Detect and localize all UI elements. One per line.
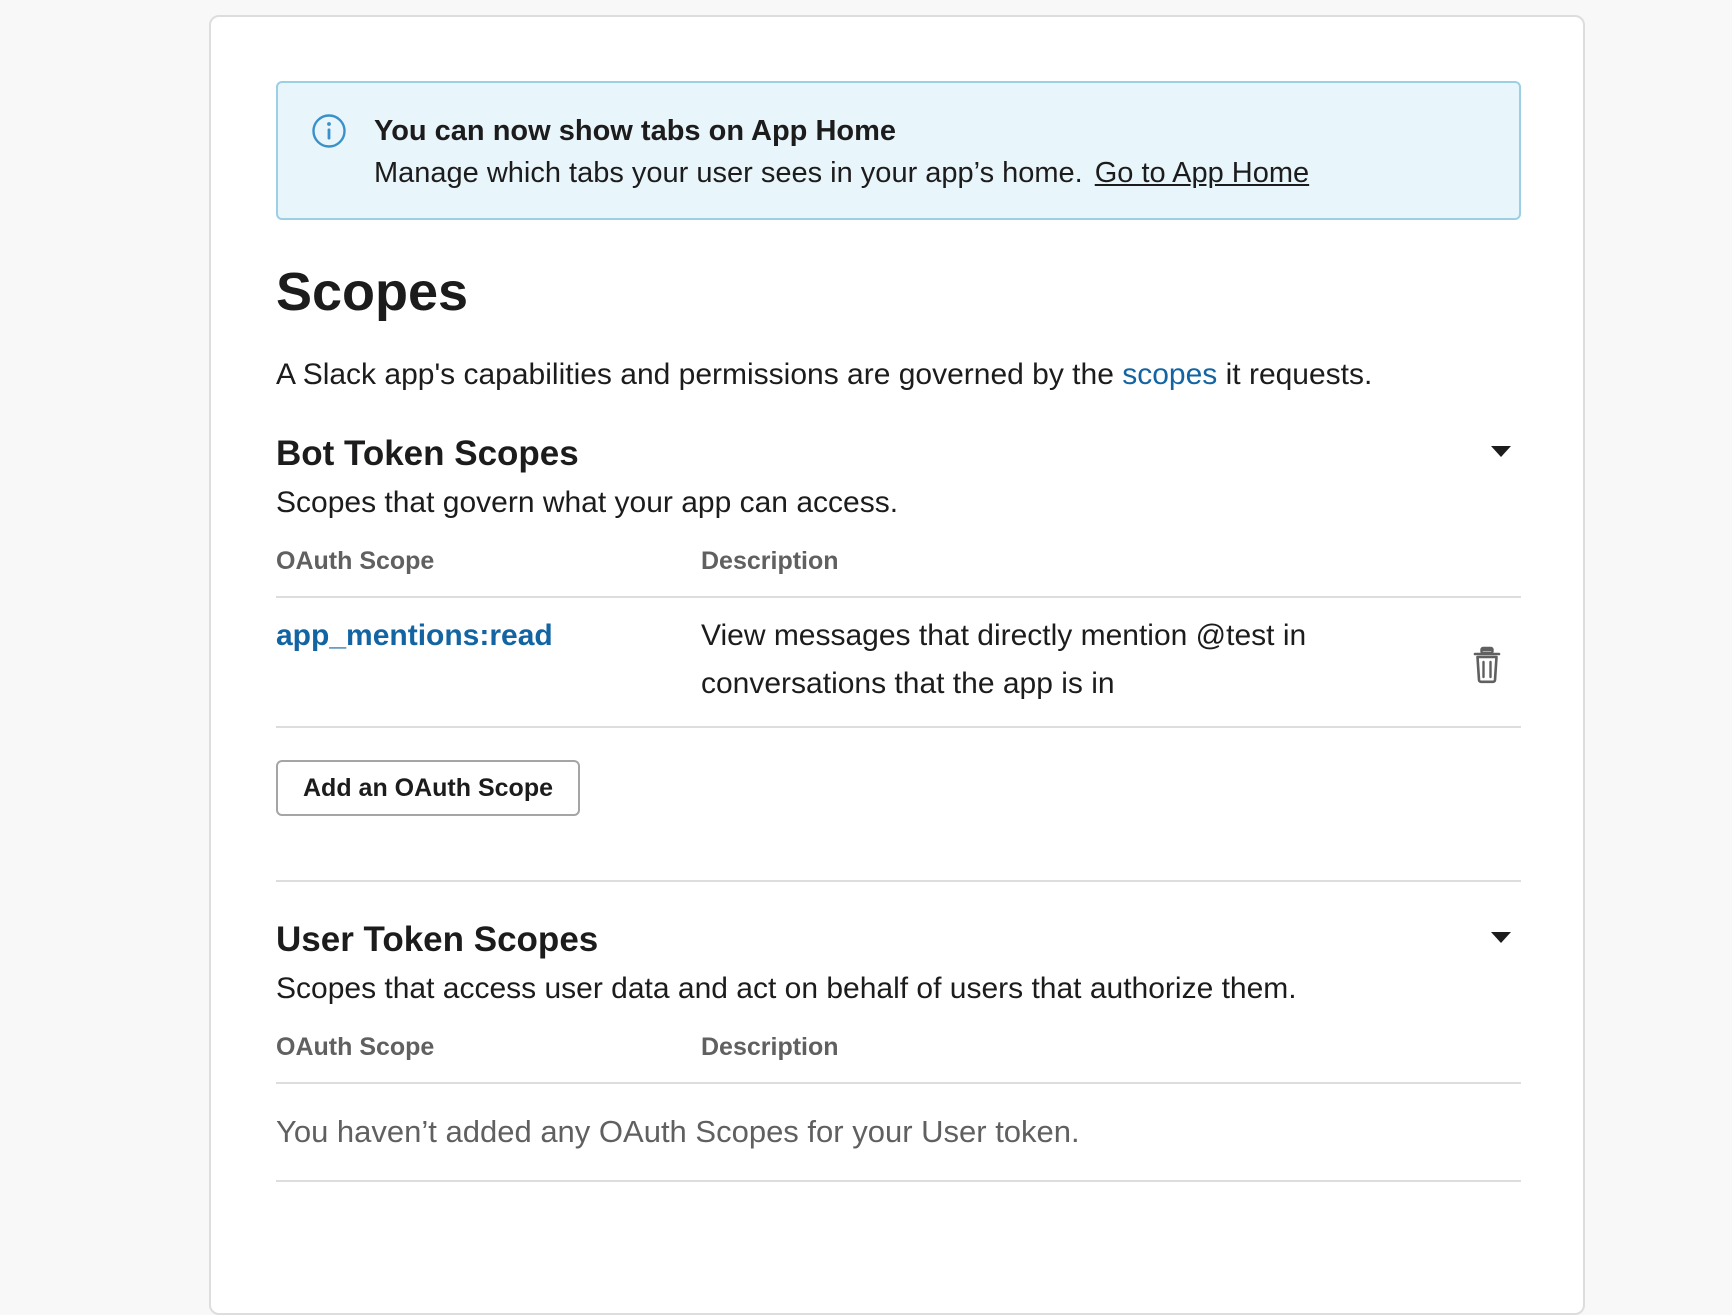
user-token-scopes-header: User Token Scopes Scopes that access use… <box>276 916 1521 1010</box>
banner-body: Manage which tabs your user sees in your… <box>374 151 1489 195</box>
scope-name[interactable]: app_mentions:read <box>276 616 701 726</box>
intro-text-after: it requests. <box>1217 358 1373 391</box>
user-token-scopes-title: User Token Scopes <box>276 920 599 959</box>
collapse-caret-icon[interactable] <box>1491 446 1511 457</box>
banner-title: You can now show tabs on App Home <box>374 115 897 147</box>
card-content: You can now show tabs on App Home Manage… <box>276 81 1521 1182</box>
empty-scopes-message: You haven’t added any OAuth Scopes for y… <box>276 1084 1521 1182</box>
table-row: app_mentions:read View messages that dir… <box>276 598 1521 728</box>
bot-token-scopes-header: Bot Token Scopes Scopes that govern what… <box>276 430 1521 524</box>
bot-token-scopes-section: Bot Token Scopes Scopes that govern what… <box>276 430 1521 816</box>
settings-card: You can now show tabs on App Home Manage… <box>209 15 1585 1315</box>
collapse-caret-icon[interactable] <box>1491 932 1511 943</box>
column-header-description: Description <box>701 1033 839 1061</box>
add-oauth-scope-button[interactable]: Add an OAuth Scope <box>276 760 580 816</box>
column-header-description: Description <box>701 547 839 575</box>
column-header-oauth-scope: OAuth Scope <box>276 1033 435 1061</box>
user-token-scopes-subtitle: Scopes that access user data and act on … <box>276 972 1297 1005</box>
intro-text-before: A Slack app's capabilities and permissio… <box>276 358 1123 391</box>
delete-scope-trash-icon[interactable] <box>1471 646 1503 684</box>
go-to-app-home-link[interactable]: Go to App Home <box>1095 157 1309 189</box>
section-divider <box>276 880 1521 882</box>
column-header-oauth-scope: OAuth Scope <box>276 547 435 575</box>
page-title: Scopes <box>276 262 469 322</box>
user-token-scopes-section: User Token Scopes Scopes that access use… <box>276 916 1521 1182</box>
scopes-link[interactable]: scopes <box>1122 358 1217 391</box>
scopes-intro: A Slack app's capabilities and permissio… <box>276 354 1521 396</box>
banner-text: Manage which tabs your user sees in your… <box>374 157 1083 189</box>
scope-description: View messages that directly mention @tes… <box>701 619 1307 700</box>
info-icon <box>312 114 346 148</box>
user-scopes-table-header: OAuth Scope Description <box>276 1010 1521 1084</box>
bot-scopes-table-header: OAuth Scope Description <box>276 524 1521 598</box>
bot-token-scopes-subtitle: Scopes that govern what your app can acc… <box>276 486 899 519</box>
app-home-banner: You can now show tabs on App Home Manage… <box>276 81 1521 220</box>
bot-token-scopes-title: Bot Token Scopes <box>276 434 579 473</box>
